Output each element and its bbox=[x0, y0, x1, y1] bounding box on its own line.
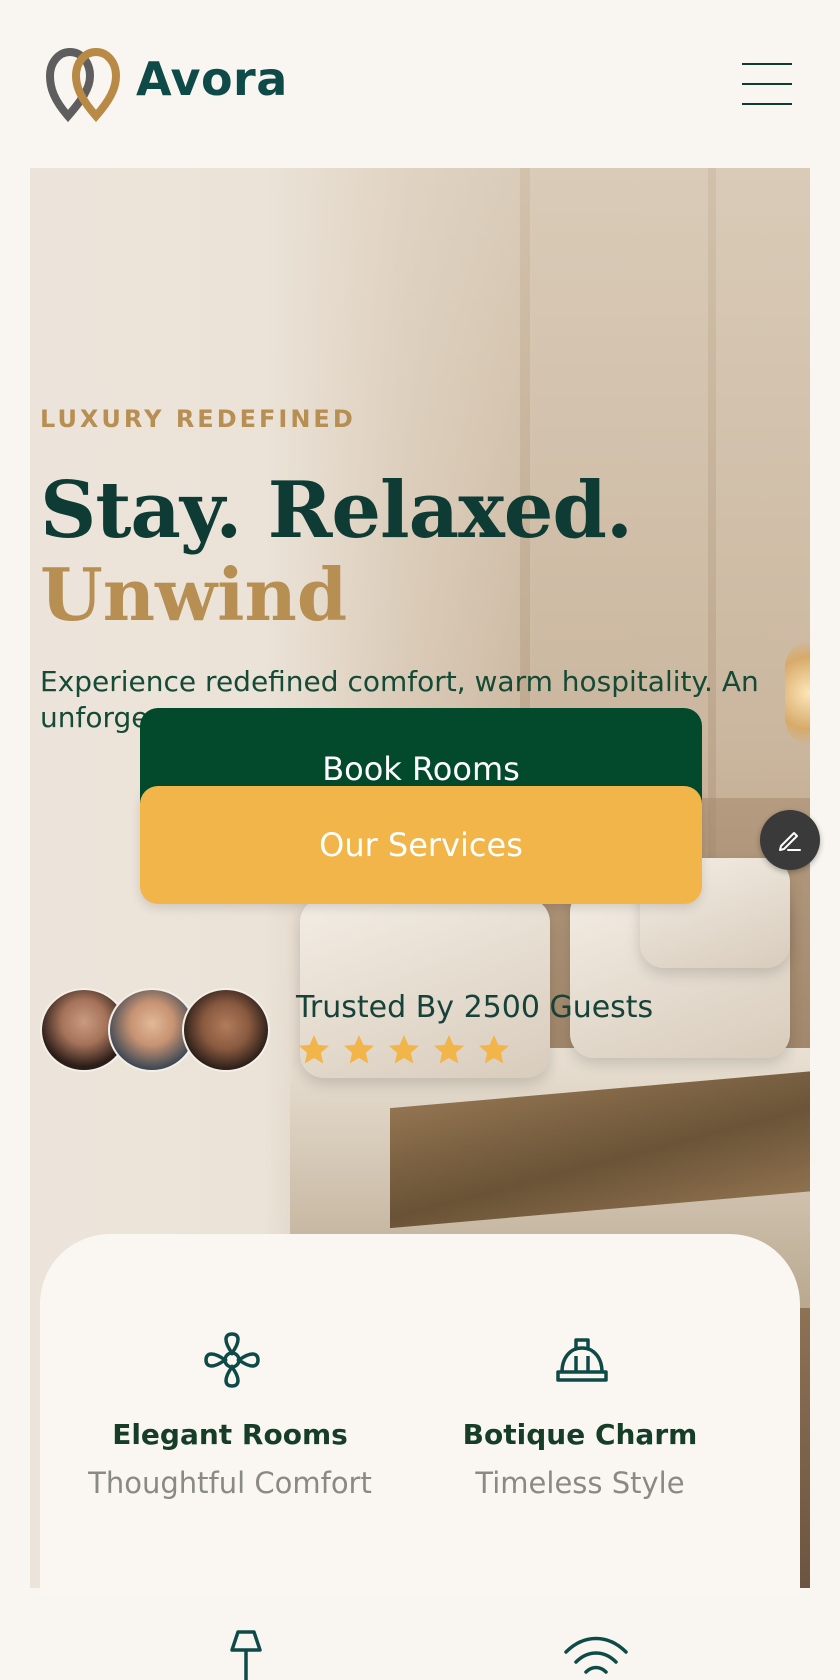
trusted-by-text: Trusted By 2500 Guests bbox=[296, 990, 654, 1025]
hero-eyebrow: LUXURY REDEFINED bbox=[40, 405, 356, 433]
hero-headline: Stay. Relaxed. bbox=[40, 465, 633, 556]
star-icon bbox=[434, 1035, 465, 1064]
brand-name[interactable]: Avora bbox=[136, 52, 288, 106]
star-icon bbox=[299, 1035, 329, 1064]
guest-avatar bbox=[182, 988, 270, 1072]
our-services-button[interactable]: Our Services bbox=[140, 786, 702, 904]
site-header: Avora bbox=[0, 0, 840, 168]
feature-subtitle: Timeless Style bbox=[475, 1466, 685, 1500]
hamburger-icon-line bbox=[742, 63, 792, 65]
wifi-icon bbox=[562, 1628, 630, 1680]
star-icon bbox=[344, 1035, 375, 1064]
wall-panel-line bbox=[708, 168, 716, 868]
hard-hat-icon bbox=[550, 1328, 614, 1392]
menu-button[interactable] bbox=[742, 62, 794, 108]
feature-subtitle: Thoughtful Comfort bbox=[88, 1466, 372, 1500]
hamburger-icon-line bbox=[742, 83, 792, 85]
star-icon bbox=[389, 1035, 420, 1064]
avora-logo-icon[interactable] bbox=[45, 46, 124, 123]
flower-icon bbox=[200, 1328, 264, 1392]
features-card: Elegant Rooms Thoughtful Comfort Botique… bbox=[40, 1234, 800, 1594]
pencil-icon bbox=[779, 832, 801, 851]
hamburger-icon-line bbox=[742, 103, 792, 105]
feature-title: Elegant Rooms bbox=[112, 1418, 348, 1451]
star-icon bbox=[479, 1035, 510, 1064]
hero-headline-accent: Unwind bbox=[40, 552, 348, 637]
edit-button[interactable] bbox=[760, 810, 820, 870]
feature-title: Botique Charm bbox=[462, 1418, 698, 1451]
lamp-icon bbox=[222, 1628, 270, 1680]
rating-stars bbox=[296, 1032, 516, 1072]
